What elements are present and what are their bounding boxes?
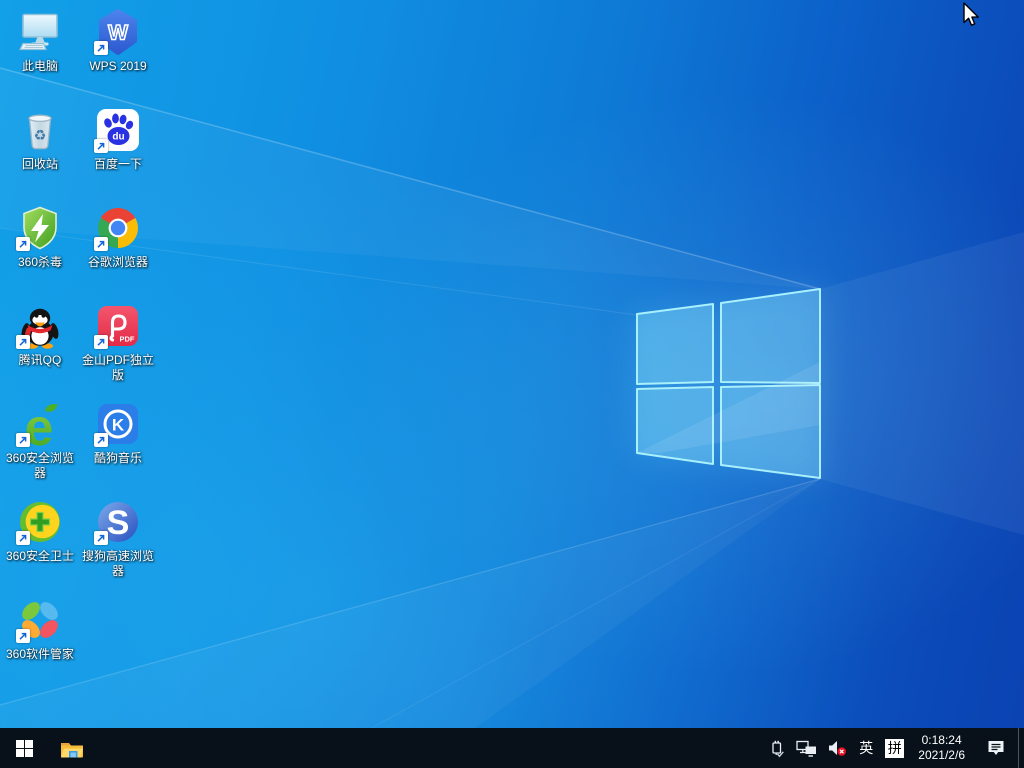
kugou-music-icon: K xyxy=(94,400,142,448)
shortcut-arrow-icon xyxy=(16,237,30,251)
360-browser-e-icon: e xyxy=(16,400,64,448)
ime-pinyin-indicator[interactable]: 拼 xyxy=(880,728,909,768)
desktop-icon-label: 360安全卫士 xyxy=(6,549,74,564)
pdf-text-glyph: PDF xyxy=(120,335,135,344)
360-software-manager-icon xyxy=(16,596,64,644)
desktop-icon-this-pc[interactable]: 此电脑 xyxy=(1,8,79,74)
wps-2019-icon: W xyxy=(94,8,142,56)
desktop[interactable]: 此电脑 W WPS 2019 ♻ 回 xyxy=(0,0,1024,768)
clock-time: 0:18:24 xyxy=(922,733,962,748)
desktop-icon-label: 酷狗音乐 xyxy=(94,451,142,466)
desktop-icon-360-safeguard[interactable]: 360安全卫士 xyxy=(1,498,79,564)
desktop-icon-360-browser[interactable]: e 360安全浏览器 xyxy=(1,400,79,481)
ime-language-indicator[interactable]: 英 xyxy=(852,728,880,768)
desktop-icon-chrome[interactable]: 谷歌浏览器 xyxy=(79,204,157,270)
desktop-icon-label: 搜狗高速浏览器 xyxy=(79,549,157,579)
desktop-icon-360-antivirus[interactable]: 360杀毒 xyxy=(1,204,79,270)
windows-start-icon xyxy=(16,740,33,757)
usb-tray-button[interactable] xyxy=(763,728,791,768)
desktop-icon-label: 此电脑 xyxy=(22,59,58,74)
usb-device-icon xyxy=(768,739,786,758)
sogou-s-glyph: S xyxy=(107,504,130,542)
desktop-icon-qq[interactable]: 腾讯QQ xyxy=(1,302,79,368)
clock-date: 2021/2/6 xyxy=(918,748,965,763)
show-desktop-button[interactable] xyxy=(1018,728,1024,768)
desktop-icon-recycle-bin[interactable]: ♻ 回收站 xyxy=(1,106,79,172)
desktop-icon-sogou[interactable]: S 搜狗高速浏览器 xyxy=(79,498,157,579)
desktop-icon-baidu[interactable]: du 百度一下 xyxy=(79,106,157,172)
desktop-icon-label: 360安全浏览器 xyxy=(1,451,79,481)
desktop-icon-kingsoft-pdf[interactable]: PDF 金山PDF独立版 xyxy=(79,302,157,383)
wps-w-glyph: W xyxy=(108,22,128,45)
desktop-icon-label: WPS 2019 xyxy=(89,59,146,74)
desktop-icon-wps-2019[interactable]: W WPS 2019 xyxy=(79,8,157,74)
action-center-icon xyxy=(986,739,1006,757)
360-safeguard-icon xyxy=(16,498,64,546)
shortcut-arrow-icon xyxy=(16,433,30,447)
network-tray-button[interactable] xyxy=(791,728,822,768)
shortcut-arrow-icon xyxy=(16,335,30,349)
shortcut-arrow-icon xyxy=(94,335,108,349)
baidu-paw-icon: du xyxy=(94,106,142,154)
shortcut-arrow-icon xyxy=(94,139,108,153)
baidu-du-glyph: du xyxy=(112,132,124,143)
desktop-icon-label: 回收站 xyxy=(22,157,58,172)
ethernet-network-icon xyxy=(796,740,817,757)
kingsoft-pdf-icon: PDF xyxy=(94,302,142,350)
taskbar-clock[interactable]: 0:18:24 2021/2/6 xyxy=(909,728,974,768)
shortcut-arrow-icon xyxy=(94,531,108,545)
file-explorer-button[interactable] xyxy=(48,728,96,768)
chrome-icon xyxy=(94,204,142,252)
desktop-icon-label: 百度一下 xyxy=(94,157,142,172)
speaker-muted-icon xyxy=(827,740,847,757)
360-antivirus-shield-icon xyxy=(16,204,64,252)
volume-muted-tray-button[interactable] xyxy=(822,728,852,768)
desktop-icon-360-software-manager[interactable]: 360软件管家 xyxy=(1,596,79,662)
desktop-icon-kugou[interactable]: K 酷狗音乐 xyxy=(79,400,157,466)
recycle-bin-icon: ♻ xyxy=(16,106,64,154)
pinyin-mode-box: 拼 xyxy=(885,739,904,758)
shortcut-arrow-icon xyxy=(16,629,30,643)
sogou-browser-icon: S xyxy=(94,498,142,546)
desktop-icon-label: 360杀毒 xyxy=(18,255,62,270)
recycle-symbol-glyph: ♻ xyxy=(34,128,47,144)
kugou-k-glyph: K xyxy=(112,416,125,435)
shortcut-arrow-icon xyxy=(94,433,108,447)
desktop-icon-label: 360软件管家 xyxy=(6,647,74,662)
shortcut-arrow-icon xyxy=(16,531,30,545)
desktop-icon-label: 谷歌浏览器 xyxy=(88,255,148,270)
qq-penguin-icon xyxy=(16,302,64,350)
shortcut-arrow-icon xyxy=(94,237,108,251)
this-pc-icon xyxy=(16,8,64,56)
action-center-button[interactable] xyxy=(974,728,1018,768)
file-explorer-icon xyxy=(60,739,84,758)
desktop-icon-label: 金山PDF独立版 xyxy=(79,353,157,383)
desktop-icon-label: 腾讯QQ xyxy=(19,353,62,368)
shortcut-arrow-icon xyxy=(94,41,108,55)
taskbar: 英 拼 0:18:24 2021/2/6 xyxy=(0,728,1024,768)
start-button[interactable] xyxy=(0,728,48,768)
